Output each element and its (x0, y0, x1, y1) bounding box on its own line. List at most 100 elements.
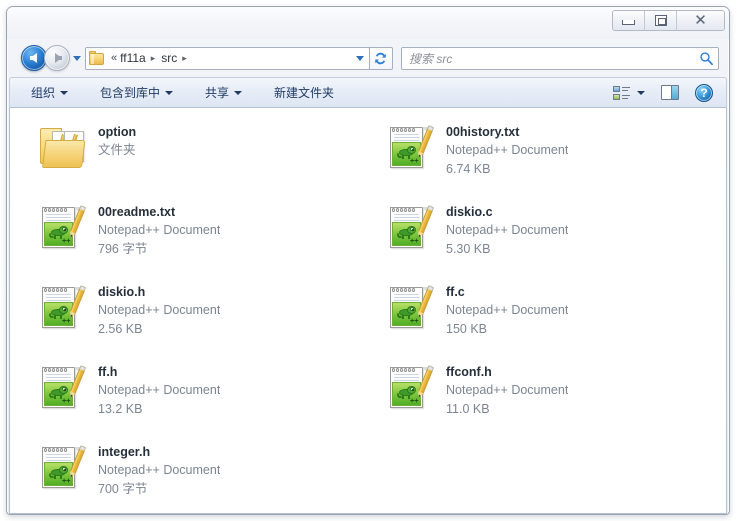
chevron-down-icon (72, 55, 81, 61)
refresh-icon (375, 52, 386, 64)
file-row: option 文件夹 ++ 00history.txt Notepad++ Do… (10, 116, 726, 196)
file-name: option (98, 125, 137, 139)
window-controls: ✕ (612, 10, 725, 31)
breadcrumb-separator-icon[interactable]: ▸ (147, 53, 161, 64)
file-meta: ffconf.h Notepad++ Document 11.0 KB (446, 362, 568, 419)
file-meta: option 文件夹 (98, 122, 136, 160)
file-name: ff.c (446, 285, 465, 299)
command-toolbar: 组织 包含到库中 共享 新建文件夹 ? (9, 77, 727, 108)
folder-icon (38, 122, 88, 174)
toolbar-item-include-in-library[interactable]: 包含到库中 (93, 81, 180, 104)
search-box[interactable]: 搜索 src (401, 46, 719, 70)
file-size: 13.2 KB (98, 402, 143, 416)
minimize-icon (622, 20, 635, 25)
arrow-left-icon (29, 53, 37, 63)
search-input[interactable]: 搜索 src (409, 50, 699, 67)
forward-button[interactable] (44, 45, 70, 71)
file-row: ++ diskio.h Notepad++ Document 2.56 KB +… (10, 276, 726, 356)
toolbar-item-organize[interactable]: 组织 (24, 81, 75, 104)
view-options-button[interactable] (610, 83, 648, 103)
file-meta: diskio.c Notepad++ Document 5.30 KB (446, 202, 568, 259)
file-list-pane[interactable]: option 文件夹 ++ 00history.txt Notepad++ Do… (9, 108, 727, 514)
file-item-00history-txt[interactable]: ++ 00history.txt Notepad++ Document 6.74… (386, 116, 706, 196)
close-button[interactable]: ✕ (677, 11, 724, 30)
file-type: Notepad++ Document (446, 303, 569, 317)
folder-icon (89, 51, 105, 65)
breadcrumb-overflow[interactable]: « (108, 52, 119, 64)
file-type: Notepad++ Document (446, 383, 569, 397)
preview-pane-icon (661, 85, 679, 100)
explorer-window: ✕ « ff11a ▸ src ▸ 搜索 src 组织 包含到库中 共享 新建文… (6, 6, 730, 515)
breadcrumb-item-ff11a[interactable]: ff11a (119, 51, 147, 65)
file-size: 796 字节 (98, 242, 148, 256)
preview-pane-button[interactable] (658, 83, 682, 102)
toolbar-right-group: ? (610, 82, 720, 104)
close-icon: ✕ (694, 11, 707, 29)
search-icon[interactable] (699, 51, 714, 66)
file-size: 2.56 KB (98, 322, 143, 336)
file-row: ++ ff.h Notepad++ Document 13.2 KB ++ ff… (10, 356, 726, 436)
breadcrumb-item-src[interactable]: src (160, 51, 178, 65)
file-size: 11.0 KB (446, 402, 490, 416)
maximize-button[interactable] (645, 11, 677, 30)
file-row: ++ integer.h Notepad++ Document 700 字节 (10, 436, 726, 513)
file-item-00readme-txt[interactable]: ++ 00readme.txt Notepad++ Document 796 字… (38, 196, 358, 276)
file-meta: diskio.h Notepad++ Document 2.56 KB (98, 282, 220, 339)
file-item-ff-c[interactable]: ++ ff.c Notepad++ Document 150 KB (386, 276, 706, 356)
file-name: diskio.c (446, 205, 493, 219)
file-meta: integer.h Notepad++ Document 700 字节 (98, 442, 220, 499)
file-name: ffconf.h (446, 365, 492, 379)
file-size: 6.74 KB (446, 162, 491, 176)
address-dropdown-button[interactable] (351, 48, 369, 69)
file-grid: option 文件夹 ++ 00history.txt Notepad++ Do… (10, 108, 726, 513)
breadcrumb-separator-icon[interactable]: ▸ (178, 53, 192, 64)
file-type: 文件夹 (98, 143, 136, 157)
notepad-plus-plus-document-icon: ++ (38, 202, 88, 254)
file-type: Notepad++ Document (98, 383, 221, 397)
file-size: 5.30 KB (446, 242, 491, 256)
notepad-plus-plus-document-icon: ++ (386, 362, 436, 414)
toolbar-item-label: 共享 (205, 86, 230, 100)
file-row: ++ 00readme.txt Notepad++ Document 796 字… (10, 196, 726, 276)
file-type: Notepad++ Document (98, 463, 221, 477)
address-bar-row: « ff11a ▸ src ▸ 搜索 src (7, 39, 729, 77)
file-name: 00readme.txt (98, 205, 176, 219)
file-item-diskio-c[interactable]: ++ diskio.c Notepad++ Document 5.30 KB (386, 196, 706, 276)
notepad-plus-plus-document-icon: ++ (386, 202, 436, 254)
refresh-button[interactable] (369, 46, 393, 70)
file-meta: 00readme.txt Notepad++ Document 796 字节 (98, 202, 220, 259)
arrow-right-icon (54, 53, 62, 63)
file-type: Notepad++ Document (98, 223, 221, 237)
chevron-down-icon (234, 90, 243, 95)
file-item-option[interactable]: option 文件夹 (38, 116, 358, 196)
file-type: Notepad++ Document (446, 143, 569, 157)
notepad-plus-plus-document-icon: ++ (386, 282, 436, 334)
chevron-down-icon (60, 90, 69, 95)
file-meta: ff.h Notepad++ Document 13.2 KB (98, 362, 220, 419)
notepad-plus-plus-document-icon: ++ (38, 442, 88, 494)
toolbar-item-label: 包含到库中 (100, 86, 161, 100)
recent-locations-button[interactable] (70, 55, 83, 61)
file-type: Notepad++ Document (98, 303, 221, 317)
file-item-diskio-h[interactable]: ++ diskio.h Notepad++ Document 2.56 KB (38, 276, 358, 356)
file-item-ff-h[interactable]: ++ ff.h Notepad++ Document 13.2 KB (38, 356, 358, 436)
breadcrumb: « ff11a ▸ src ▸ (108, 51, 351, 65)
address-bar[interactable]: « ff11a ▸ src ▸ (85, 46, 370, 70)
file-item-integer-h[interactable]: ++ integer.h Notepad++ Document 700 字节 (38, 436, 358, 513)
file-type: Notepad++ Document (446, 223, 569, 237)
toolbar-item-label: 新建文件夹 (274, 86, 335, 100)
minimize-button[interactable] (613, 11, 645, 30)
file-item-ffconf-h[interactable]: ++ ffconf.h Notepad++ Document 11.0 KB (386, 356, 706, 436)
notepad-plus-plus-document-icon: ++ (386, 122, 436, 174)
toolbar-item-new-folder[interactable]: 新建文件夹 (267, 81, 341, 104)
help-button[interactable]: ? (692, 82, 716, 104)
file-meta: 00history.txt Notepad++ Document 6.74 KB (446, 122, 568, 179)
toolbar-item-share[interactable]: 共享 (198, 81, 249, 104)
chevron-down-icon (356, 55, 364, 61)
file-name: ff.h (98, 365, 118, 379)
file-name: 00history.txt (446, 125, 520, 139)
file-size: 700 字节 (98, 482, 148, 496)
file-meta: ff.c Notepad++ Document 150 KB (446, 282, 568, 339)
file-size: 150 KB (446, 322, 488, 336)
chevron-down-icon (165, 90, 174, 95)
